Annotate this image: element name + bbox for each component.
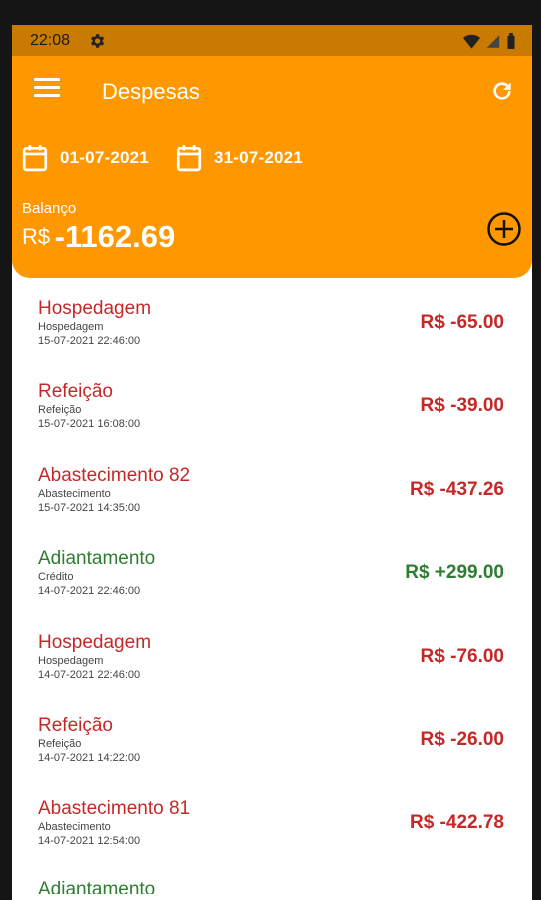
wifi-icon (463, 34, 480, 49)
transaction-title: Adiantamento (38, 548, 156, 570)
start-date-button[interactable]: 01-07-2021 (22, 143, 149, 173)
transaction-list: Hospedagem Hospedagem 15-07-2021 22:46:0… (12, 278, 532, 862)
add-transaction-button[interactable] (486, 211, 522, 247)
transaction-category: Hospedagem (38, 321, 104, 333)
status-time: 22:08 (30, 32, 71, 49)
screen-bottom-edge (12, 894, 532, 900)
balance-value: -1162.69 (54, 219, 176, 254)
status-bar: 22:08 (12, 25, 532, 56)
signal-icon (486, 34, 500, 48)
transaction-amount: R$ -39.00 (420, 395, 504, 417)
transaction-date: 14-07-2021 22:46:00 (38, 585, 141, 598)
refresh-icon[interactable] (489, 78, 515, 104)
transaction-title: Refeição (38, 714, 113, 736)
calendar-icon (176, 145, 202, 172)
transaction-date: 15-07-2021 22:46:00 (38, 335, 141, 347)
transaction-date: 14-07-2021 22:46:00 (38, 668, 141, 681)
transaction-item[interactable]: Adiantamento Crédito 14-07-2021 22:46:00… (12, 528, 532, 611)
transaction-amount: R$ +299.00 (405, 562, 504, 584)
transaction-title: Abastecimento 82 (38, 464, 191, 486)
app-header: Despesas 01-07-2021 31-07-2021 Balanço R… (12, 56, 532, 278)
transaction-category: Abastecimento (38, 821, 111, 834)
transaction-category: Refeição (38, 404, 82, 417)
calendar-icon (22, 145, 48, 172)
transaction-date: 14-07-2021 14:22:00 (38, 751, 141, 764)
transaction-amount: R$ -437.26 (409, 478, 504, 500)
page-title: Despesas (102, 79, 200, 104)
balance-currency: R$ (22, 224, 51, 249)
transaction-item[interactable]: Hospedagem Hospedagem 15-07-2021 22:46:0… (12, 278, 532, 361)
transaction-amount: R$ -26.00 (420, 728, 504, 750)
transaction-title: Refeição (38, 381, 113, 403)
start-date-text: 01-07-2021 (60, 148, 149, 167)
transaction-category: Refeição (38, 737, 82, 750)
app-screen: 22:08 Despesas 01-07-2021 31-07-2021 Bal… (12, 25, 532, 900)
menu-icon[interactable] (34, 78, 60, 100)
transaction-item[interactable]: Hospedagem Hospedagem 14-07-2021 22:46:0… (12, 612, 532, 695)
transaction-category: Hospedagem (38, 654, 104, 667)
transaction-date: 15-07-2021 16:08:00 (38, 418, 141, 431)
status-indicators (463, 33, 516, 49)
transaction-category: Crédito (38, 571, 74, 584)
transaction-item[interactable]: Refeição Refeição 15-07-2021 16:08:00 R$… (12, 361, 532, 444)
transaction-title: Hospedagem (38, 298, 152, 319)
end-date-text: 31-07-2021 (214, 148, 303, 167)
battery-icon (507, 33, 515, 49)
transaction-date: 14-07-2021 12:54:00 (38, 835, 141, 848)
transaction-amount: R$ -422.78 (409, 812, 504, 834)
transaction-amount: R$ -76.00 (420, 645, 504, 667)
phone-frame: 22:08 Despesas 01-07-2021 31-07-2021 Bal… (0, 0, 541, 900)
transaction-item[interactable]: Refeição Refeição 14-07-2021 14:22:00 R$… (12, 695, 532, 778)
transaction-date: 15-07-2021 14:35:00 (38, 501, 141, 514)
transaction-title: Abastecimento 81 (38, 798, 191, 820)
transaction-title: Hospedagem (38, 631, 152, 653)
gear-icon (91, 34, 105, 48)
balance-amount: R$ -1162.69 (22, 219, 175, 255)
end-date-button[interactable]: 31-07-2021 (176, 143, 303, 173)
balance-label: Balanço (22, 200, 77, 217)
transaction-item[interactable]: Abastecimento 81 Abastecimento 14-07-202… (12, 778, 532, 861)
transaction-category: Abastecimento (38, 487, 111, 500)
transaction-amount: R$ -65.00 (420, 312, 504, 333)
transaction-item[interactable]: Abastecimento 82 Abastecimento 15-07-202… (12, 445, 532, 528)
